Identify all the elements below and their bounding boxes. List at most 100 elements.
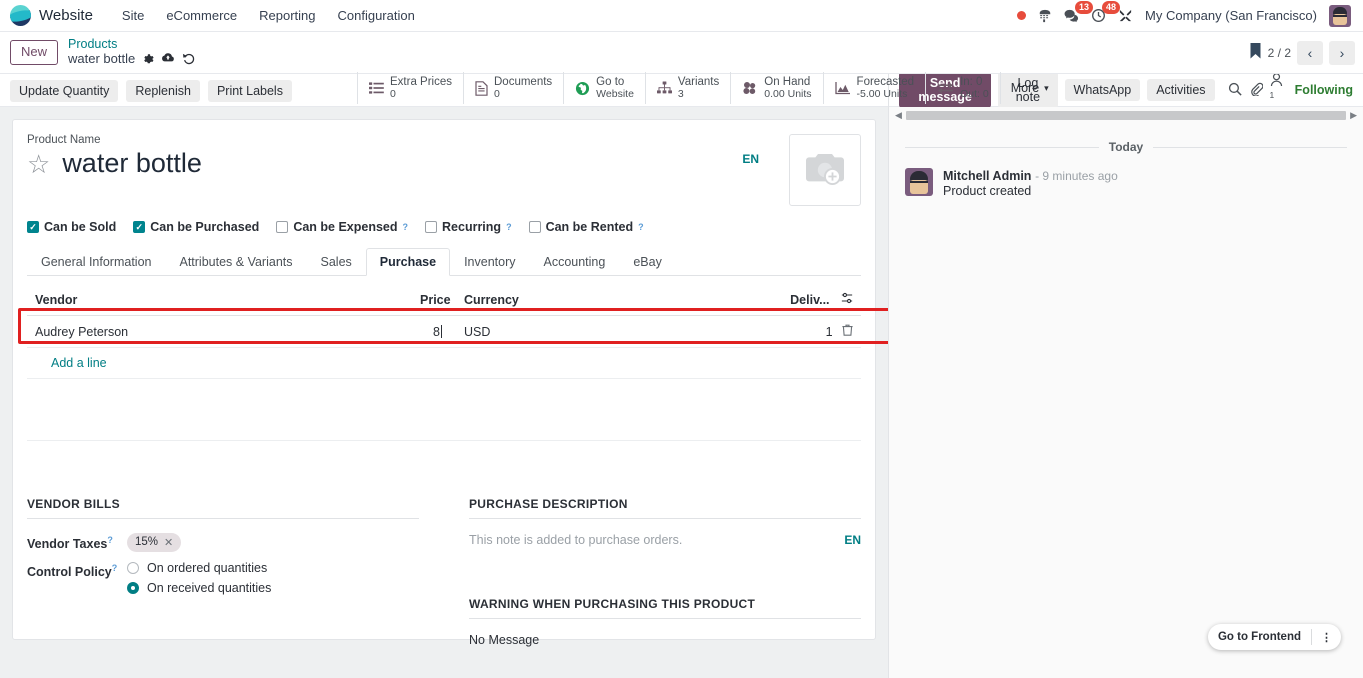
checkbox-can-be-purchased[interactable]: ✓ Can be Purchased (133, 220, 259, 234)
help-tooltip-icon[interactable]: ? (112, 563, 118, 573)
remove-tag-icon[interactable]: ✕ (164, 536, 173, 549)
breadcrumb: Products water bottle (68, 37, 196, 67)
whatsapp-button[interactable]: WhatsApp (1064, 79, 1141, 101)
messages-icon[interactable]: 13 (1064, 1, 1094, 23)
table-row[interactable]: Audrey Peterson 8 USD 1 (27, 315, 861, 348)
warning-value[interactable]: No Message (469, 633, 861, 647)
radio-on-received-quantities[interactable]: On received quantities (127, 581, 271, 595)
scrollbar-thumb[interactable] (905, 111, 1347, 120)
debug-tools-icon[interactable] (1118, 8, 1133, 23)
column-header-delivery-lead-time[interactable]: Deliv... (780, 286, 861, 316)
nav-item-site[interactable]: Site (111, 4, 155, 27)
stat-button-on-hand[interactable]: On Hand 0.00 Units (731, 72, 824, 104)
tab-attributes-variants[interactable]: Attributes & Variants (165, 248, 306, 276)
nav-item-reporting[interactable]: Reporting (248, 4, 326, 27)
save-cloud-icon[interactable] (161, 52, 175, 68)
tab-inventory[interactable]: Inventory (450, 248, 529, 276)
stat-button-variants[interactable]: Variants 3 (646, 72, 732, 104)
chatter-pane: Send message Log note WhatsApp Activitie… (888, 72, 1363, 678)
company-selector[interactable]: My Company (San Francisco) (1145, 8, 1317, 23)
settings-gear-icon[interactable] (142, 52, 154, 68)
help-tooltip-icon[interactable]: ? (107, 535, 113, 545)
nav-item-ecommerce[interactable]: eCommerce (155, 4, 248, 27)
add-a-line-button[interactable]: Add a line (27, 348, 861, 378)
print-labels-button[interactable]: Print Labels (207, 80, 292, 102)
tab-purchase[interactable]: Purchase (365, 248, 451, 276)
tab-sales[interactable]: Sales (307, 248, 366, 276)
attachment-paperclip-icon[interactable] (1249, 82, 1264, 99)
cell-vendor[interactable]: Audrey Peterson (27, 315, 412, 348)
help-tooltip-icon[interactable]: ? (403, 222, 409, 232)
cell-price[interactable]: 8 (412, 315, 450, 348)
more-stat-buttons-dropdown[interactable]: More ▾ (1001, 72, 1059, 104)
product-name-input[interactable]: water bottle (62, 148, 202, 179)
followers-icon[interactable]: 1 (1270, 73, 1288, 106)
app-name[interactable]: Website (39, 7, 93, 24)
purchase-description-field[interactable]: This note is added to purchase orders. E… (469, 533, 861, 547)
stat-value: 0 (494, 87, 500, 100)
day-separator: Today (905, 140, 1347, 154)
stat-button-documents[interactable]: Documents 0 (464, 72, 565, 104)
stat-button-go-to-website[interactable]: Go to Website (564, 72, 646, 104)
scroll-right-arrow-icon[interactable]: ▶ (1350, 110, 1357, 121)
favorite-star-icon[interactable]: ☆ (27, 151, 50, 177)
globe-icon (575, 81, 590, 96)
user-avatar[interactable] (1329, 4, 1351, 27)
text-cursor (441, 324, 442, 338)
cell-currency[interactable]: USD (450, 315, 780, 348)
horizontal-scrollbar[interactable]: ◀ ▶ (889, 107, 1363, 124)
discard-undo-icon[interactable] (182, 52, 196, 68)
search-messages-icon[interactable] (1228, 82, 1242, 99)
next-record-button[interactable]: › (1329, 40, 1355, 65)
delete-row-trash-icon[interactable] (842, 324, 853, 339)
more-label: More (1010, 81, 1040, 95)
add-line-row[interactable]: Add a line (27, 347, 861, 379)
exchange-icon (937, 81, 954, 95)
activities-button[interactable]: Activities (1147, 79, 1215, 101)
tab-accounting[interactable]: Accounting (529, 248, 619, 276)
optional-columns-toggle-icon[interactable] (841, 292, 853, 307)
stat-buttons: Extra Prices 0 Documents 0 Go to Website (357, 72, 1059, 104)
help-tooltip-icon[interactable]: ? (506, 222, 512, 232)
chevron-down-icon: ▾ (1044, 82, 1049, 93)
nav-item-configuration[interactable]: Configuration (327, 4, 426, 27)
vendor-tax-tag[interactable]: 15% ✕ (127, 532, 182, 552)
column-header-price[interactable]: Price (412, 286, 451, 316)
go-to-frontend-button[interactable]: Go to Frontend (1208, 631, 1311, 643)
voip-phone-icon[interactable] (1038, 9, 1052, 23)
stat-button-in-out[interactable]: In: 0 Out: 0 (926, 72, 1001, 104)
stat-label: Forecasted (856, 75, 915, 88)
vendor-pricelist-table: Vendor Price Currency Deliv... Audrey Pe… (18, 286, 888, 471)
update-quantity-button[interactable]: Update Quantity (10, 80, 119, 102)
bottom-groups: VENDOR BILLS Vendor Taxes? 15% ✕ Control… (27, 497, 861, 647)
previous-record-button[interactable]: ‹ (1297, 40, 1323, 65)
checkbox-can-be-rented[interactable]: Can be Rented ? (528, 220, 644, 234)
help-tooltip-icon[interactable]: ? (638, 222, 644, 232)
checkbox-recurring[interactable]: Recurring ? (425, 220, 512, 234)
stat-button-forecasted[interactable]: Forecasted -5.00 Units (824, 72, 927, 104)
purchase-description-translate-button[interactable]: EN (844, 533, 861, 547)
message-author-name[interactable]: Mitchell Admin (943, 169, 1031, 183)
activities-clock-icon[interactable]: 48 (1091, 1, 1121, 23)
main-content: Update Quantity Replenish Print Labels P… (0, 72, 1363, 678)
checkbox-can-be-expensed[interactable]: Can be Expensed ? (276, 220, 408, 234)
cell-delivery-lead-time[interactable]: 1 (780, 315, 861, 348)
replenish-button[interactable]: Replenish (126, 80, 200, 102)
radio-on-ordered-quantities[interactable]: On ordered quantities (127, 561, 271, 575)
camera-add-icon (806, 154, 844, 185)
product-name-translate-button[interactable]: EN (742, 152, 759, 166)
breadcrumb-products-link[interactable]: Products (68, 37, 196, 51)
column-header-vendor[interactable]: Vendor (27, 286, 412, 316)
checkbox-can-be-sold[interactable]: ✓ Can be Sold (27, 220, 116, 234)
stat-value: Website (596, 87, 634, 100)
new-button[interactable]: New (10, 40, 59, 65)
scroll-left-arrow-icon[interactable]: ◀ (895, 110, 902, 121)
vertical-dots-icon[interactable]: ⋮ (1312, 631, 1341, 644)
stat-button-extra-prices[interactable]: Extra Prices 0 (357, 72, 464, 104)
tab-ebay[interactable]: eBay (619, 248, 676, 276)
product-image-upload[interactable] (789, 134, 861, 206)
column-header-currency[interactable]: Currency (450, 286, 780, 316)
following-status-button[interactable]: Following (1295, 83, 1353, 97)
tab-general-information[interactable]: General Information (27, 248, 165, 276)
bookmark-icon[interactable] (1249, 43, 1262, 62)
